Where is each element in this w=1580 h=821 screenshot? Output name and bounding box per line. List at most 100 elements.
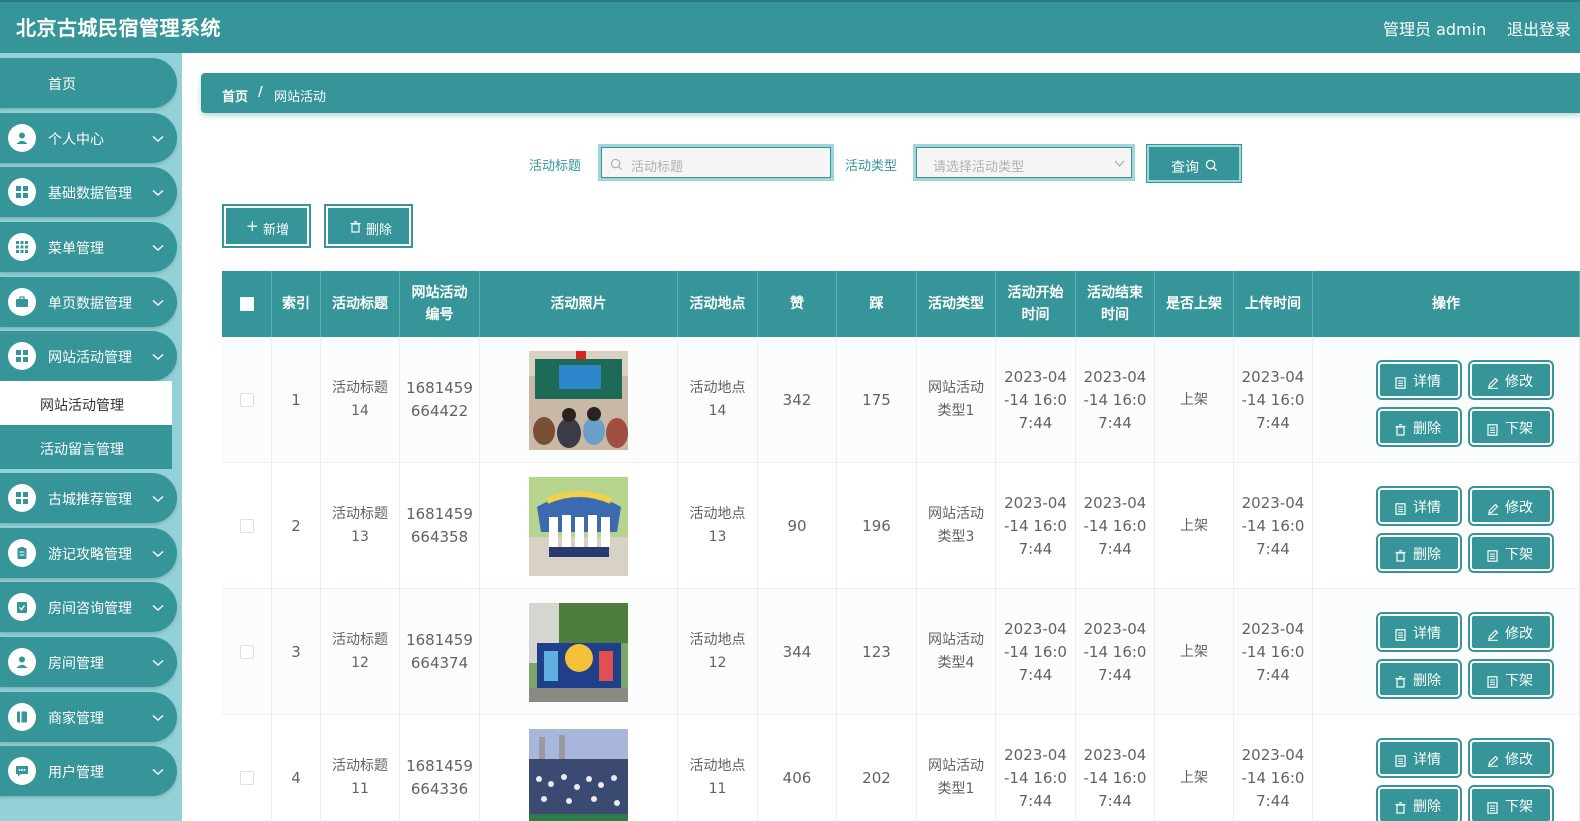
detail-button-label: 详情 [1413, 500, 1441, 516]
breadcrumb-home[interactable]: 首页 [222, 86, 248, 105]
like-count-cell: 344 [758, 589, 837, 715]
sidebar-item-1[interactable]: 个人中心 [0, 113, 177, 163]
chevron-down-icon [152, 182, 164, 201]
document-icon [1487, 673, 1498, 696]
upload-time-cell: 2023-04 -14 16:0 7:44 [1234, 463, 1313, 589]
type-cell: 网站活动 类型3 [917, 463, 996, 589]
upload-time-cell: 2023-04 -14 16:0 7:44 [1234, 589, 1313, 715]
offshelf-button[interactable]: 下架 [1468, 659, 1554, 699]
plus-icon: + [246, 217, 259, 235]
document-icon [1395, 500, 1406, 523]
detail-button[interactable]: 详情 [1376, 486, 1462, 526]
start-time-cell: 2023-04 -14 16:0 7:44 [996, 463, 1076, 589]
search-icon [610, 158, 623, 171]
code-cell: 1681459 664422 [400, 337, 480, 463]
code-cell: 1681459 664358 [400, 463, 480, 589]
column-header: 活动结束 时间 [1076, 271, 1155, 337]
location-cell: 活动地点 12 [678, 589, 758, 715]
briefcase-icon [8, 288, 36, 316]
delete-button-label: 删除 [1413, 421, 1441, 437]
row-checkbox[interactable] [239, 393, 254, 407]
edit-button[interactable]: 修改 [1468, 360, 1554, 400]
operations-cell: 详情 修改删除 下架 [1313, 589, 1580, 715]
column-header[interactable] [222, 271, 272, 337]
trash-icon [1395, 421, 1406, 444]
user-icon [8, 124, 36, 152]
edit-button[interactable]: 修改 [1468, 612, 1554, 652]
edit-button[interactable]: 修改 [1468, 486, 1554, 526]
offshelf-button-label: 下架 [1505, 421, 1533, 437]
sidebar-item-5[interactable]: 网站活动管理 [0, 331, 177, 381]
chevron-down-icon [152, 488, 164, 507]
submenu-item-1[interactable]: 网站活动管理 [0, 381, 172, 425]
delete-button[interactable]: 删除 [1376, 533, 1462, 573]
sidebar-item-10[interactable]: 商家管理 [0, 692, 177, 742]
search-icon [1205, 159, 1218, 172]
delete-button[interactable]: 删除 [1376, 407, 1462, 447]
offshelf-button[interactable]: 下架 [1468, 407, 1554, 447]
sidebar-item-label: 首页 [48, 77, 76, 93]
row-checkbox[interactable] [239, 645, 254, 659]
top-header-bar: 北京古城民宿管理系统 管理员 admin 退出登录 [0, 0, 1580, 53]
add-button-label: 新增 [263, 223, 290, 238]
column-header: 活动标题 [321, 271, 400, 337]
checklist-icon [8, 593, 36, 621]
submenu-item-2[interactable]: 活动留言管理 [0, 425, 172, 469]
detail-button[interactable]: 详情 [1376, 612, 1462, 652]
edit-button-label: 修改 [1505, 626, 1533, 642]
sidebar-item-3[interactable]: 菜单管理 [0, 222, 177, 272]
document-icon [1395, 374, 1406, 397]
offshelf-button[interactable]: 下架 [1468, 785, 1554, 821]
row-checkbox-cell [222, 463, 272, 589]
column-header: 活动类型 [917, 271, 996, 337]
detail-button[interactable]: 详情 [1376, 738, 1462, 778]
sidebar-item-11[interactable]: 用户管理 [0, 746, 177, 796]
table-row: 4 活动标题 11 1681459 664336 活动地点 11 406 202 网站活动 类型1 2… [222, 715, 1580, 821]
book-icon [8, 703, 36, 731]
title-cell: 活动标题 11 [321, 715, 400, 821]
row-checkbox[interactable] [239, 519, 254, 533]
offshelf-button-label: 下架 [1505, 673, 1533, 689]
offshelf-button[interactable]: 下架 [1468, 533, 1554, 573]
activity-photo [529, 602, 628, 702]
sidebar-item-6[interactable]: 古城推荐管理 [0, 473, 177, 523]
clipboard-icon [8, 539, 36, 567]
like-count-cell: 406 [758, 715, 837, 821]
delete-button[interactable]: 删除 [1376, 785, 1462, 821]
column-header: 赞 [758, 271, 837, 337]
table-header: 索引 活动标题 网站活动 编号 活动照片 活动地点赞踩活动类型 活动开始 时间 活动结束 时间 是否… [222, 271, 1580, 337]
batch-delete-button[interactable]: 删除 [324, 204, 413, 248]
delete-button[interactable]: 删除 [1376, 659, 1462, 699]
sidebar-item-7[interactable]: 游记攻略管理 [0, 528, 177, 578]
chevron-down-icon [152, 128, 164, 147]
type-cell: 网站活动 类型1 [917, 337, 996, 463]
sidebar-item-label: 用户管理 [48, 765, 104, 781]
sidebar-item-4[interactable]: 单页数据管理 [0, 277, 177, 327]
row-checkbox[interactable] [239, 771, 254, 785]
column-header: 上传时间 [1234, 271, 1313, 337]
sidebar-item-label: 菜单管理 [48, 241, 104, 257]
onshelf-status-cell: 上架 [1155, 715, 1234, 821]
column-header: 踩 [837, 271, 917, 337]
sidebar-item-9[interactable]: 房间管理 [0, 637, 177, 687]
add-button[interactable]: + 新增 [222, 204, 311, 248]
detail-button[interactable]: 详情 [1376, 360, 1462, 400]
logout-button[interactable]: 退出登录 [1507, 16, 1571, 40]
query-button[interactable]: 查询 [1146, 144, 1242, 183]
title-search-input[interactable]: 活动标题 [598, 144, 834, 181]
breadcrumb: 首页 / 网站活动 [201, 73, 1580, 113]
current-user-label: 管理员 admin [1383, 20, 1487, 39]
breadcrumb-separator: / [258, 85, 263, 100]
chevron-down-icon [152, 292, 164, 311]
select-all-checkbox[interactable] [239, 297, 254, 311]
upload-time-cell: 2023-04 -14 16:0 7:44 [1234, 337, 1313, 463]
sidebar-item-8[interactable]: 房间咨询管理 [0, 582, 177, 632]
chevron-down-icon [1114, 160, 1125, 167]
sidebar-item-home[interactable]: 首页 [0, 58, 177, 108]
sidebar-item-2[interactable]: 基础数据管理 [0, 167, 177, 217]
edit-button[interactable]: 修改 [1468, 738, 1554, 778]
delete-button-label: 删除 [1413, 799, 1441, 815]
type-select[interactable]: 请选择活动类型 [913, 144, 1135, 181]
document-icon [1487, 421, 1498, 444]
sidebar-item-label: 古城推荐管理 [48, 492, 132, 508]
